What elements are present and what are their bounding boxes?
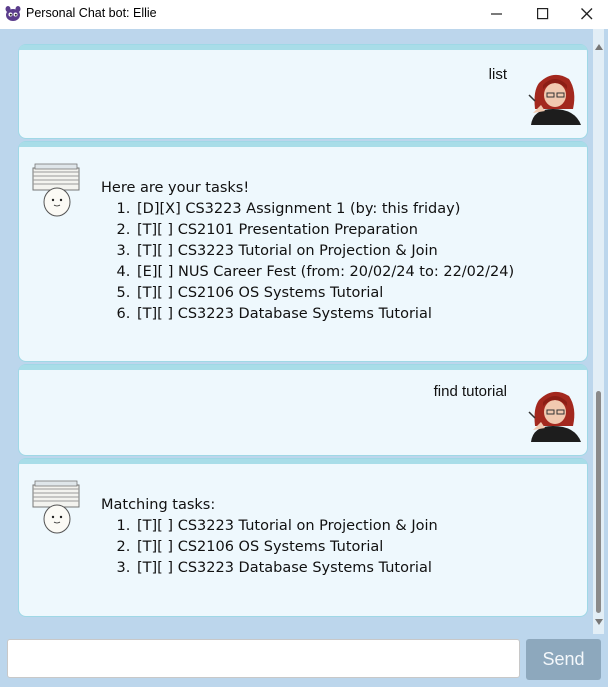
user-avatar <box>528 74 581 125</box>
chat-scroll-pane[interactable]: list Here are your tasks! 1. [D][X] CS32… <box>0 29 608 634</box>
title-bar: Personal Chat bot: Ellie <box>0 0 608 30</box>
task-item: [T][ ] CS3223 Tutorial on Projection & J… <box>135 516 438 537</box>
bot-message-heading: Matching tasks: <box>101 497 216 513</box>
task-item: [T][ ] CS3223 Tutorial on Projection & J… <box>135 241 514 262</box>
scrollbar-thumb[interactable] <box>596 391 601 613</box>
minimize-button[interactable] <box>474 0 520 29</box>
scroll-up-arrow-icon <box>594 44 603 50</box>
vertical-scrollbar[interactable] <box>593 29 604 634</box>
user-message: list <box>18 44 588 139</box>
scroll-down-button[interactable] <box>593 616 604 628</box>
maximize-icon <box>537 8 549 20</box>
scroll-up-button[interactable] <box>593 41 604 53</box>
user-avatar <box>528 391 581 442</box>
maximize-button[interactable] <box>520 0 566 29</box>
bot-message: Here are your tasks! [D][X] CS3223 Assig… <box>18 141 588 362</box>
app-icon <box>5 6 21 21</box>
task-item: [T][ ] CS2106 OS Systems Tutorial <box>135 283 514 304</box>
task-item: [T][ ] CS3223 Database Systems Tutorial <box>135 304 514 325</box>
send-button[interactable]: Send <box>526 639 601 680</box>
bot-message-heading: Here are your tasks! <box>101 180 250 196</box>
message-input[interactable] <box>7 639 520 678</box>
task-item: [T][ ] CS3223 Database Systems Tutorial <box>135 558 438 579</box>
task-item: [T][ ] CS2106 OS Systems Tutorial <box>135 537 438 558</box>
bot-message-text: Matching tasks: [T][ ] CS3223 Tutorial o… <box>101 495 438 579</box>
minimize-icon <box>491 13 502 15</box>
task-list: [D][X] CS3223 Assignment 1 (by: this fri… <box>101 199 514 325</box>
user-message-text: find tutorial <box>433 383 507 400</box>
user-message: find tutorial <box>18 364 588 456</box>
user-message-text: list <box>488 66 507 83</box>
task-item: [T][ ] CS2101 Presentation Preparation <box>135 220 514 241</box>
bot-message: Matching tasks: [T][ ] CS3223 Tutorial o… <box>18 458 588 617</box>
task-list: [T][ ] CS3223 Tutorial on Projection & J… <box>101 516 438 579</box>
bot-avatar <box>32 163 80 217</box>
bot-message-text: Here are your tasks! [D][X] CS3223 Assig… <box>101 178 514 325</box>
close-button[interactable] <box>564 0 608 29</box>
close-icon <box>581 8 593 20</box>
scroll-down-arrow-icon <box>594 619 603 625</box>
task-item: [E][ ] NUS Career Fest (from: 20/02/24 t… <box>135 262 514 283</box>
input-bar: Send <box>0 634 608 687</box>
task-item: [D][X] CS3223 Assignment 1 (by: this fri… <box>135 199 514 220</box>
bot-avatar <box>32 480 80 534</box>
window-title: Personal Chat bot: Ellie <box>26 6 157 20</box>
